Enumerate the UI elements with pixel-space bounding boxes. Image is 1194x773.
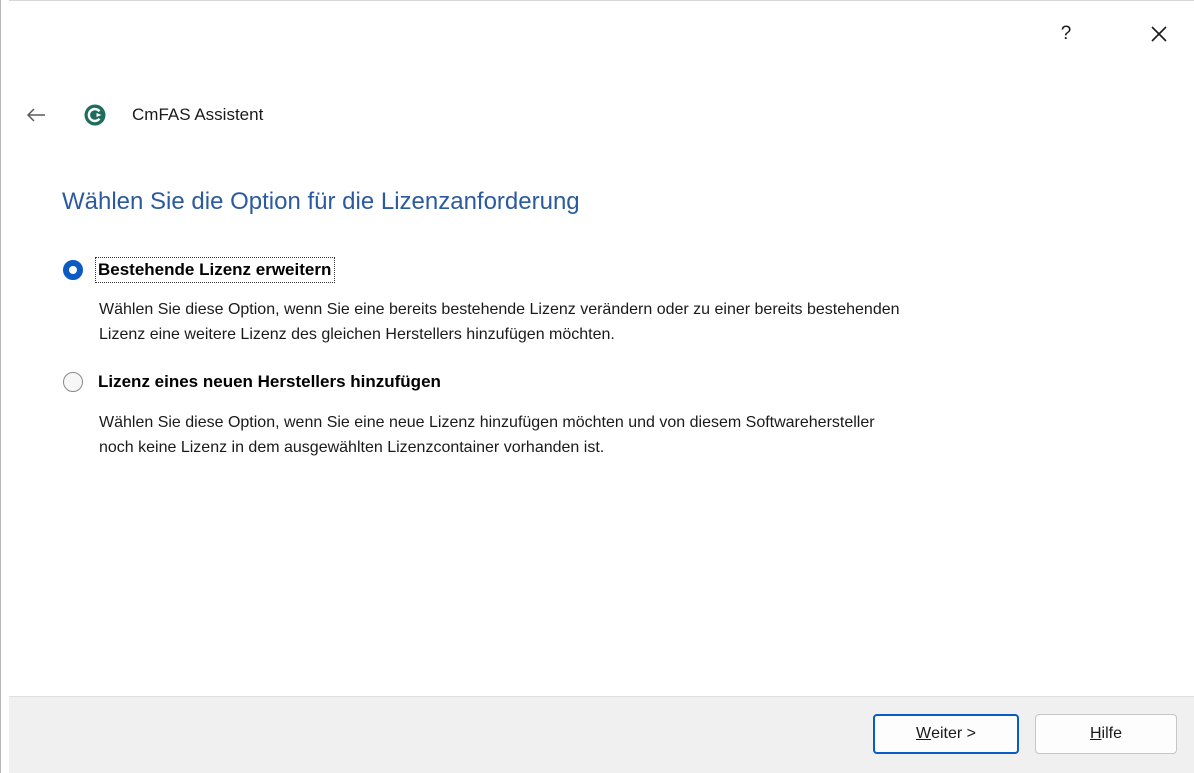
wizard-window: ? CmFAS Assistent Wählen Sie die Option … bbox=[0, 0, 1194, 773]
app-title: CmFAS Assistent bbox=[132, 105, 264, 124]
close-icon bbox=[1151, 26, 1167, 42]
help-button[interactable]: ? bbox=[1046, 16, 1086, 52]
next-label: eiter > bbox=[931, 725, 977, 742]
help-footer-label: ilfe bbox=[1101, 725, 1122, 742]
description-line: Wählen Sie diese Option, wenn Sie eine b… bbox=[99, 301, 900, 318]
description-line: Lizenz eine weitere Lizenz des gleichen … bbox=[99, 326, 615, 343]
cmfas-logo-icon bbox=[84, 104, 106, 126]
option-label-extend-license[interactable]: Bestehende Lizenz erweitern bbox=[94, 257, 336, 283]
arrow-left-icon bbox=[26, 108, 45, 122]
back-button[interactable] bbox=[23, 102, 49, 128]
close-button[interactable] bbox=[1139, 16, 1179, 52]
description-line: Wählen Sie diese Option, wenn Sie eine n… bbox=[99, 414, 875, 431]
help-label: ? bbox=[1060, 23, 1072, 44]
option-description-new-vendor-license: Wählen Sie diese Option, wenn Sie eine n… bbox=[99, 410, 1184, 460]
radio-extend-license[interactable] bbox=[63, 260, 83, 280]
help-mnemonic: H bbox=[1089, 725, 1102, 742]
option-extend-license[interactable]: Bestehende Lizenz erweitern bbox=[63, 257, 336, 283]
option-new-vendor-license[interactable]: Lizenz eines neuen Herstellers hinzufüge… bbox=[63, 370, 444, 394]
next-button[interactable]: Weiter > bbox=[873, 714, 1019, 754]
radio-new-vendor-license[interactable] bbox=[63, 372, 83, 392]
help-footer-button[interactable]: Hilfe bbox=[1035, 714, 1177, 754]
description-line: noch keine Lizenz in dem ausgewählten Li… bbox=[99, 439, 605, 456]
option-description-extend-license: Wählen Sie diese Option, wenn Sie eine b… bbox=[99, 297, 1184, 347]
option-label-new-vendor-license[interactable]: Lizenz eines neuen Herstellers hinzufüge… bbox=[96, 370, 444, 394]
next-mnemonic: W bbox=[915, 725, 932, 742]
window-top-border bbox=[9, 0, 1194, 1]
page-heading: Wählen Sie die Option für die Lizenzanfo… bbox=[62, 188, 580, 215]
